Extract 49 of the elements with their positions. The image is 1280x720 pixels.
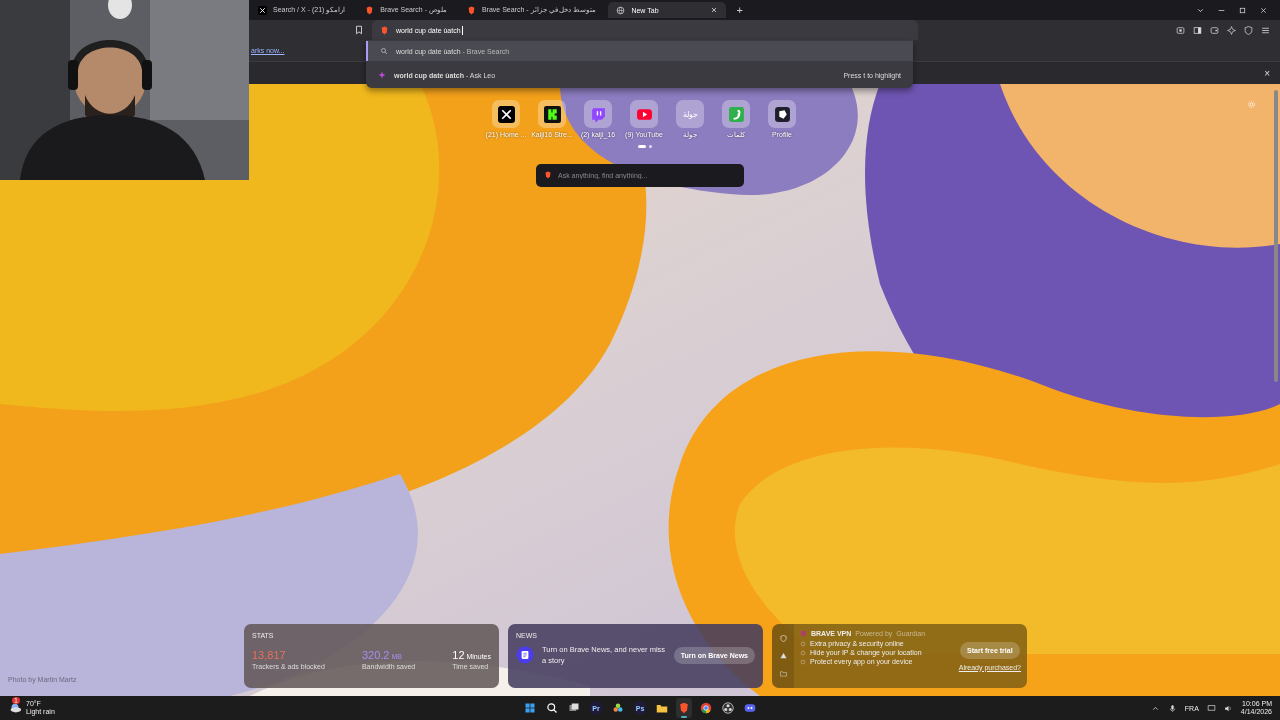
x-logo-icon <box>258 5 267 15</box>
close-button[interactable]: × <box>1264 67 1270 79</box>
lion-shield-icon[interactable] <box>678 702 690 714</box>
windows-logo-icon[interactable] <box>524 702 536 714</box>
obs-icon[interactable] <box>722 702 734 714</box>
taskbar-app[interactable] <box>676 698 692 718</box>
site-tile[interactable] <box>538 100 566 128</box>
maximize-icon[interactable] <box>1238 5 1247 15</box>
sparkle-icon[interactable] <box>1227 25 1236 35</box>
chrome-icon[interactable] <box>700 702 712 714</box>
monitor-icon[interactable] <box>1206 703 1216 713</box>
pager-dot[interactable] <box>649 145 652 148</box>
stat-value: 13,817 <box>252 649 287 661</box>
lion-shield-icon <box>544 171 552 179</box>
speaker-icon[interactable] <box>1223 703 1233 713</box>
sidebar-icon[interactable] <box>1193 25 1202 35</box>
shield-logo-icon <box>800 630 807 637</box>
site-tile[interactable] <box>630 100 658 128</box>
check-circle-icon <box>800 649 806 656</box>
microphone-icon[interactable] <box>1167 703 1177 713</box>
check-circle-icon <box>800 658 806 665</box>
sparkle-icon <box>378 71 386 79</box>
shield-icon[interactable] <box>1244 25 1253 35</box>
three-circles-icon[interactable] <box>612 702 624 714</box>
wallet-card-icon[interactable] <box>1210 25 1219 35</box>
check-circle-icon <box>800 640 806 647</box>
menu-icon[interactable] <box>1261 25 1270 35</box>
close-icon[interactable] <box>710 6 719 14</box>
scrollbar[interactable] <box>1274 90 1278 382</box>
bookmark-icon[interactable] <box>354 25 364 35</box>
chat-bubble-icon <box>589 105 607 123</box>
site-tile[interactable] <box>492 100 520 128</box>
folder-icon[interactable] <box>656 702 668 714</box>
warning-icon[interactable] <box>779 652 787 660</box>
close-icon[interactable] <box>1259 5 1268 15</box>
lion-shield-icon <box>466 5 476 15</box>
news-icon <box>516 646 534 665</box>
tile-text: جولة <box>682 109 698 119</box>
search-icon[interactable] <box>546 702 558 714</box>
site-tile[interactable] <box>584 100 612 128</box>
site-tile[interactable] <box>768 100 796 128</box>
stacked-windows-icon[interactable] <box>568 702 580 714</box>
globe-icon <box>616 5 626 15</box>
site-tile[interactable] <box>722 100 750 128</box>
search-icon <box>380 47 388 55</box>
cloud-icon <box>8 701 22 715</box>
new-tab-button[interactable]: + <box>736 4 743 16</box>
discord-icon[interactable] <box>744 702 756 714</box>
wallet-icon[interactable] <box>1176 25 1185 35</box>
